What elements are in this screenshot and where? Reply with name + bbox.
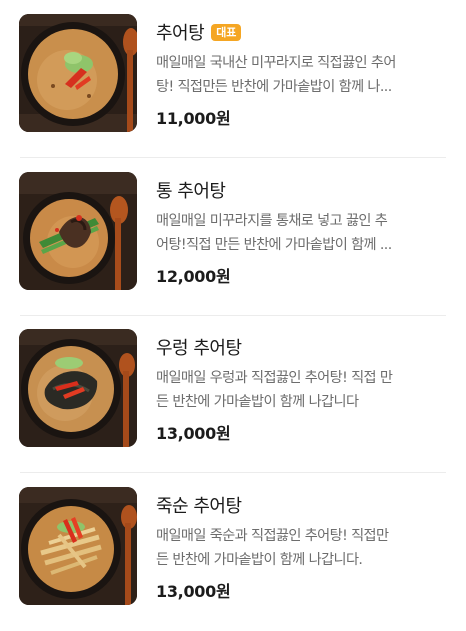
menu-price: 13,000원 — [156, 424, 231, 443]
menu-description-line: 어탕!직접 만든 반찬에 가마솥밥이 함께 ... — [156, 237, 392, 253]
menu-name-row: 추어탕 대표 — [156, 18, 448, 46]
menu-price: 11,000원 — [156, 109, 231, 128]
menu-item-whole-chueotang[interactable]: 통 추어탕 매일매일 미꾸라지를 통채로 넣고 끓인 추 어탕!직접 만든 반찬… — [0, 158, 466, 316]
menu-name-row: 통 추어탕 — [156, 176, 448, 204]
menu-description-line: 탕! 직접만든 반찬에 가마솥밥이 함께 나... — [156, 79, 392, 95]
menu-name-row: 우렁 추어탕 — [156, 333, 448, 361]
menu-item-bamboo-chueotang[interactable]: 죽순 추어탕 매일매일 죽순과 직접끓인 추어탕! 직접만 든 반찬에 가마솥밥… — [0, 473, 466, 631]
menu-item-info: 통 추어탕 매일매일 미꾸라지를 통채로 넣고 끓인 추 어탕!직접 만든 반찬… — [156, 176, 448, 287]
menu-description: 매일매일 국내산 미꾸라지로 직접끓인 추어 탕! 직접만든 반찬에 가마솥밥이… — [156, 51, 448, 99]
menu-item-chueotang[interactable]: 추어탕 대표 매일매일 국내산 미꾸라지로 직접끓인 추어 탕! 직접만든 반찬… — [0, 0, 466, 158]
menu-name: 통 추어탕 — [156, 181, 226, 202]
menu-description-line: 매일매일 국내산 미꾸라지로 직접끓인 추어 — [156, 55, 396, 71]
menu-name-row: 죽순 추어탕 — [156, 491, 448, 519]
chueotang-bowl-image — [19, 14, 137, 132]
snail-loach-soup-image — [19, 329, 137, 447]
menu-item-info: 추어탕 대표 매일매일 국내산 미꾸라지로 직접끓인 추어 탕! 직접만든 반찬… — [156, 18, 448, 129]
menu-item-snail-chueotang[interactable]: 우렁 추어탕 매일매일 우렁과 직접끓인 추어탕! 직접 만 든 반찬에 가마솥… — [0, 315, 466, 473]
menu-list: 추어탕 대표 매일매일 국내산 미꾸라지로 직접끓인 추어 탕! 직접만든 반찬… — [0, 0, 466, 618]
menu-description-line: 매일매일 미꾸라지를 통채로 넣고 끓인 추 — [156, 213, 388, 229]
signature-badge: 대표 — [211, 23, 242, 41]
menu-description-line: 매일매일 죽순과 직접끓인 추어탕! 직접만 — [156, 528, 389, 544]
menu-description: 매일매일 미꾸라지를 통채로 넣고 끓인 추 어탕!직접 만든 반찬에 가마솥밥… — [156, 209, 448, 257]
menu-description: 매일매일 죽순과 직접끓인 추어탕! 직접만 든 반찬에 가마솥밥이 함께 나갑… — [156, 524, 448, 572]
menu-price: 12,000원 — [156, 267, 231, 286]
menu-description: 매일매일 우렁과 직접끓인 추어탕! 직접 만 든 반찬에 가마솥밥이 함께 나… — [156, 366, 448, 414]
menu-item-info: 죽순 추어탕 매일매일 죽순과 직접끓인 추어탕! 직접만 든 반찬에 가마솥밥… — [156, 491, 448, 602]
menu-name: 우렁 추어탕 — [156, 338, 242, 359]
menu-description-line: 든 반찬에 가마솥밥이 함께 나갑니다 — [156, 394, 359, 410]
whole-loach-soup-image — [19, 172, 137, 290]
menu-name: 죽순 추어탕 — [156, 496, 242, 517]
menu-price: 13,000원 — [156, 582, 231, 601]
menu-item-info: 우렁 추어탕 매일매일 우렁과 직접끓인 추어탕! 직접 만 든 반찬에 가마솥… — [156, 333, 448, 444]
menu-description-line: 매일매일 우렁과 직접끓인 추어탕! 직접 만 — [156, 370, 393, 386]
bamboo-shoot-loach-soup-image — [19, 487, 137, 605]
menu-description-line: 든 반찬에 가마솥밥이 함께 나갑니다. — [156, 552, 363, 568]
menu-name: 추어탕 — [156, 23, 205, 44]
